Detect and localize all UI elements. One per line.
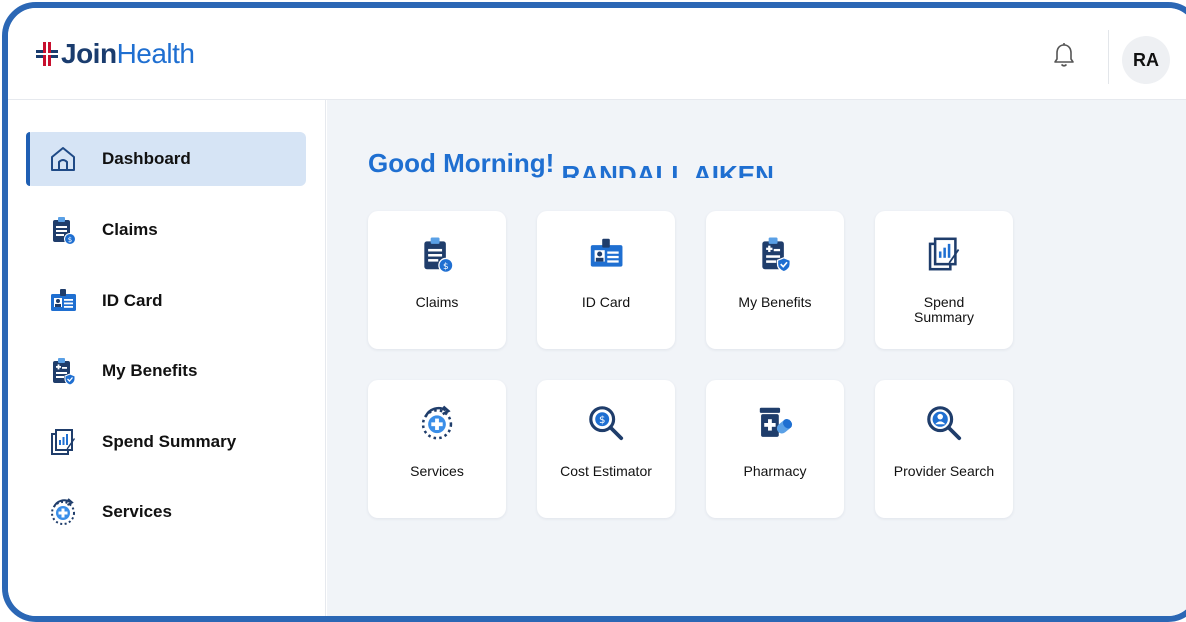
spend-summary-icon — [928, 237, 960, 271]
sidebar-item-claims[interactable]: $ Claims — [26, 203, 306, 257]
cost-estimator-icon: $ — [589, 406, 624, 441]
svg-text:$: $ — [443, 262, 449, 272]
tile-label: My Benefits — [738, 294, 812, 310]
top-header: Join Health RA — [8, 8, 1186, 100]
pharmacy-icon — [759, 407, 793, 437]
sidebar-item-dashboard[interactable]: Dashboard — [26, 132, 306, 186]
sidebar-item-label: ID Card — [102, 291, 163, 310]
svg-text:$: $ — [599, 415, 605, 426]
sidebar-item-label: Dashboard — [102, 149, 191, 168]
tile-label: Claims — [415, 294, 459, 310]
tile-label: Spend Summary — [914, 294, 974, 325]
tile-claims[interactable]: $ Claims — [368, 211, 506, 349]
brand-name-join: Join — [61, 38, 117, 69]
sidebar-item-services[interactable]: Services — [26, 485, 306, 539]
tile-my-benefits[interactable]: My Benefits — [706, 211, 844, 349]
sidebar-item-my-benefits[interactable]: My Benefits — [26, 344, 306, 398]
tile-label: Provider Search — [893, 463, 995, 479]
tile-services[interactable]: Services — [368, 380, 506, 518]
sidebar-item-label: Spend Summary — [102, 432, 237, 451]
claims-icon: $ — [424, 237, 454, 273]
tile-spend-summary[interactable]: Spend Summary — [875, 211, 1013, 349]
tile-pharmacy[interactable]: Pharmacy — [706, 380, 844, 518]
services-icon — [421, 405, 453, 440]
dashboard-main: Good Morning! RANDALL AIKEN $ Claims ID … — [327, 100, 1186, 616]
id-card-icon — [590, 238, 623, 267]
user-name: RANDALL AIKEN — [561, 160, 774, 178]
tile-label: Services — [410, 463, 464, 479]
tile-label: Pharmacy — [743, 463, 807, 479]
greeting-heading: Good Morning! RANDALL AIKEN — [368, 148, 774, 178]
sidebar-item-spend-summary[interactable]: Spend Summary — [26, 415, 306, 469]
tile-id-card[interactable]: ID Card — [537, 211, 675, 349]
brand-logo[interactable]: Join Health — [36, 38, 195, 70]
app-frame: Join Health RA Dashboard $ Claims ID Car… — [2, 2, 1186, 622]
home-icon — [51, 147, 75, 171]
benefits-icon — [762, 237, 791, 273]
svg-text:$: $ — [68, 236, 72, 244]
sidebar: Dashboard $ Claims ID Card My Benefits S… — [8, 100, 326, 616]
services-icon — [51, 498, 75, 525]
medical-cross-logo-icon — [36, 42, 58, 66]
benefits-icon — [53, 358, 76, 386]
tile-provider-search[interactable]: Provider Search — [875, 380, 1013, 518]
claims-icon: $ — [53, 217, 76, 245]
bell-icon[interactable] — [1052, 42, 1076, 68]
provider-search-icon — [927, 406, 962, 441]
tile-label: Cost Estimator — [560, 463, 652, 479]
tile-cost-estimator[interactable]: $ Cost Estimator — [537, 380, 675, 518]
spend-summary-icon — [51, 429, 75, 455]
tile-label: ID Card — [581, 294, 631, 310]
sidebar-item-label: Services — [102, 502, 172, 521]
sidebar-item-id-card[interactable]: ID Card — [26, 274, 306, 328]
sidebar-item-label: My Benefits — [102, 361, 198, 380]
greeting-text: Good Morning! — [368, 148, 555, 178]
brand-name-health: Health — [116, 38, 195, 69]
user-avatar[interactable]: RA — [1122, 36, 1170, 84]
header-divider — [1108, 30, 1109, 84]
id-card-icon — [51, 289, 76, 311]
sidebar-item-label: Claims — [102, 220, 158, 239]
